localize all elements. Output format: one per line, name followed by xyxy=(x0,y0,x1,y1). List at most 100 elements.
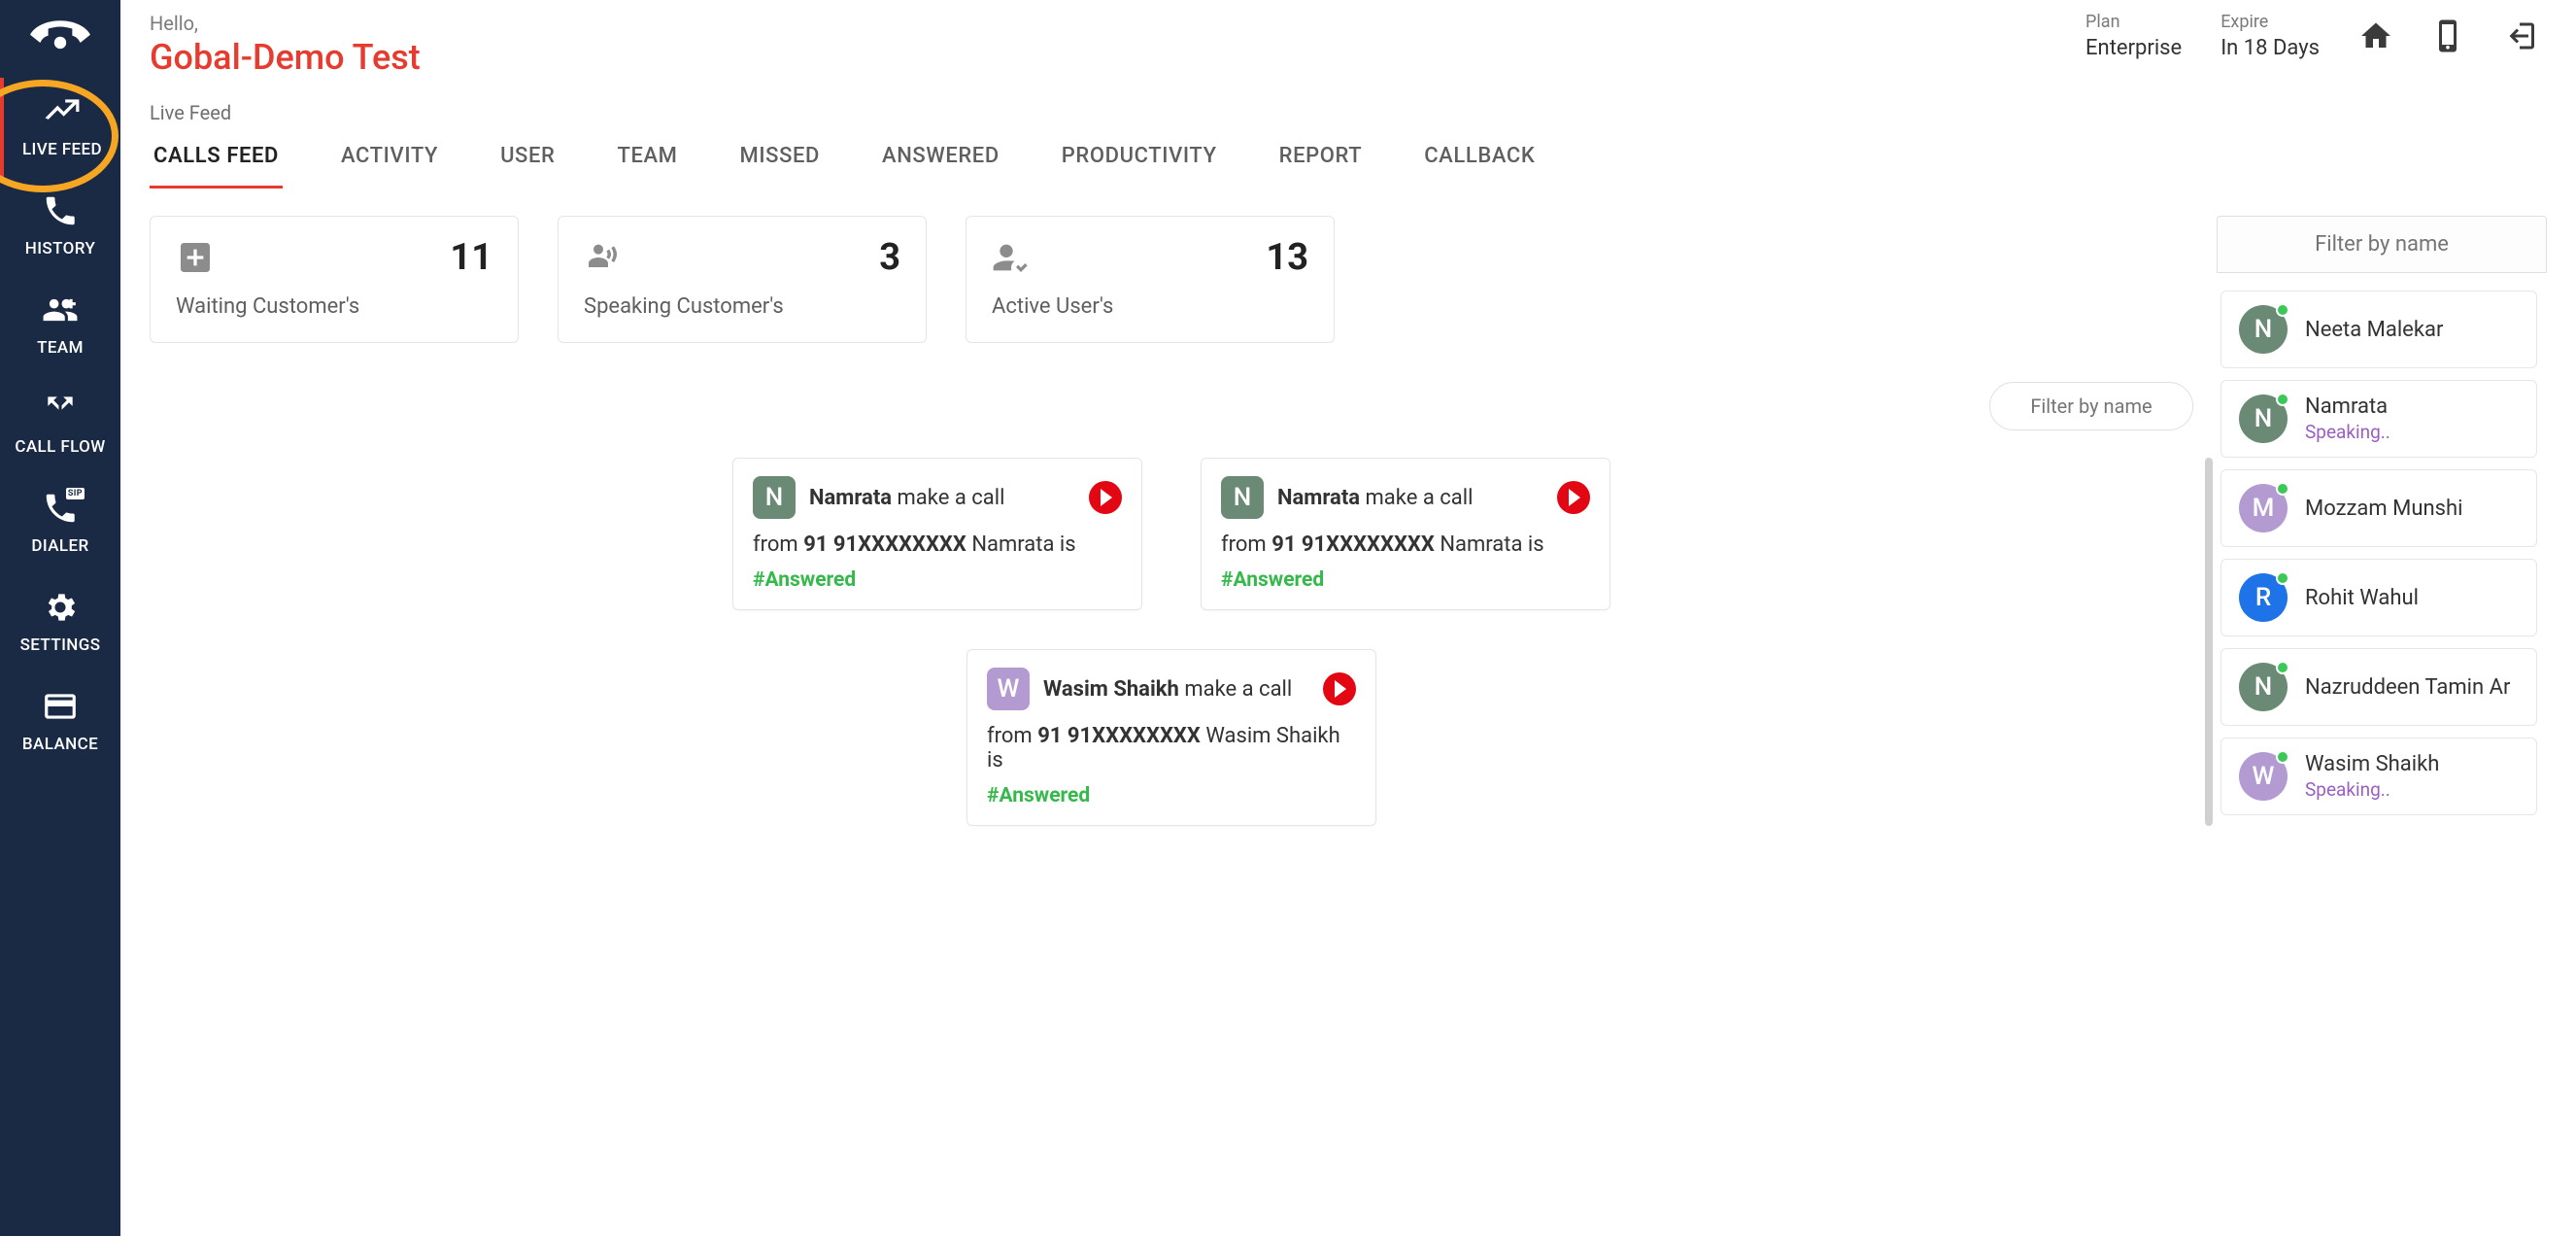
user-status: Speaking.. xyxy=(2305,421,2390,443)
app-root: LIVE FEED HISTORY TEAM CALL FLOW SIP DIA… xyxy=(0,0,2576,1236)
stat-icon xyxy=(176,238,215,277)
tab-report[interactable]: REPORT xyxy=(1275,132,1367,189)
sidebar-item-live-feed[interactable]: LIVE FEED xyxy=(0,78,120,177)
user-avatar: M xyxy=(2239,484,2288,532)
users-filter-input[interactable] xyxy=(2217,216,2547,273)
tab-team[interactable]: TEAM xyxy=(613,132,681,189)
stat-icon xyxy=(584,238,623,277)
call-from-line: from 91 91XXXXXXXX Namrata is xyxy=(1221,532,1590,557)
feed-filter-input[interactable] xyxy=(1989,382,2193,430)
user-card[interactable]: N NamrataSpeaking.. xyxy=(2220,380,2537,458)
tab-calls-feed[interactable]: CALLS FEED xyxy=(150,132,283,189)
user-name: Namrata xyxy=(2305,395,2390,419)
play-button[interactable] xyxy=(1557,481,1590,514)
team-add-icon xyxy=(42,292,79,328)
play-button[interactable] xyxy=(1323,672,1356,705)
tab-missed[interactable]: MISSED xyxy=(736,132,825,189)
user-card[interactable]: W Wasim ShaikhSpeaking.. xyxy=(2220,738,2537,815)
stat-label: Waiting Customer's xyxy=(176,294,492,319)
user-status: Speaking.. xyxy=(2305,778,2439,801)
sidebar-item-balance[interactable]: BALANCE xyxy=(0,672,120,772)
tab-productivity[interactable]: PRODUCTIVITY xyxy=(1058,132,1221,189)
sidebar-item-settings[interactable]: SETTINGS xyxy=(0,573,120,672)
sidebar-label: BALANCE xyxy=(22,735,98,754)
main-area: Hello, Gobal-Demo Test Plan Enterprise E… xyxy=(120,0,2576,1236)
sidebar-item-call-flow[interactable]: CALL FLOW xyxy=(0,375,120,474)
expire-label: Expire xyxy=(2220,12,2320,32)
presence-dot xyxy=(2276,571,2289,585)
play-button[interactable] xyxy=(1089,481,1122,514)
tab-callback[interactable]: CALLBACK xyxy=(1420,132,1539,189)
stat-card: 13 Active User's xyxy=(966,216,1335,343)
call-status: #Answered xyxy=(1221,568,1590,592)
tabs: CALLS FEED ACTIVITY USER TEAM MISSED ANSWERED… xyxy=(150,132,2547,189)
user-card[interactable]: N Neeta Malekar xyxy=(2220,291,2537,368)
tab-answered[interactable]: ANSWERED xyxy=(878,132,1003,189)
topbar-icons xyxy=(2358,18,2547,53)
phone-hangup-icon xyxy=(28,13,92,52)
feed-filter-wrap xyxy=(150,382,2193,430)
presence-dot xyxy=(2276,750,2289,764)
username: Gobal-Demo Test xyxy=(150,37,421,78)
logout-icon[interactable] xyxy=(2502,18,2537,53)
feed-area: N Namrata make a call from 91 91XXXXXXXX N… xyxy=(150,458,2193,826)
call-split-icon xyxy=(42,391,79,428)
stat-value: 11 xyxy=(450,236,492,279)
sidebar-item-history[interactable]: HISTORY xyxy=(0,177,120,276)
presence-dot xyxy=(2276,393,2289,406)
user-name: Wasim Shaikh xyxy=(2305,752,2439,776)
breadcrumb: Live Feed xyxy=(150,101,2547,124)
user-card[interactable]: RRohit Wahul xyxy=(2220,559,2537,636)
topbar-right: Plan Enterprise Expire In 18 Days xyxy=(2085,12,2547,60)
stat-card: 11 Waiting Customer's xyxy=(150,216,519,343)
expire-value: In 18 Days xyxy=(2220,36,2320,60)
sidebar-item-dialer[interactable]: SIP DIALER xyxy=(0,474,120,573)
home-icon[interactable] xyxy=(2358,18,2393,53)
stat-label: Active User's xyxy=(992,294,1308,319)
mobile-icon[interactable] xyxy=(2430,18,2465,53)
user-card[interactable]: M Mozzam Munshi xyxy=(2220,469,2537,547)
feed-row: N Namrata make a call from 91 91XXXXXXXX N… xyxy=(150,458,2193,610)
content: 11 Waiting Customer's 3Speaking Customer's… xyxy=(120,189,2576,1236)
stat-value: 13 xyxy=(1266,236,1308,279)
stat-icon xyxy=(992,238,1031,277)
user-avatar: N xyxy=(2239,305,2288,354)
call-from-line: from 91 91XXXXXXXX Wasim Shaikh is xyxy=(987,724,1356,772)
app-logo xyxy=(28,14,92,52)
feed-scrollbar[interactable] xyxy=(2205,458,2213,826)
user-avatar: R xyxy=(2239,573,2288,622)
user-name: Mozzam Munshi xyxy=(2305,497,2462,521)
caller-avatar: W xyxy=(987,668,1030,710)
expire-block: Expire In 18 Days xyxy=(2220,12,2320,60)
tab-activity[interactable]: ACTIVITY xyxy=(337,132,442,189)
presence-dot xyxy=(2276,303,2289,317)
account-meta: Plan Enterprise Expire In 18 Days xyxy=(2085,12,2320,60)
user-avatar: W xyxy=(2239,752,2288,801)
users-list: NNeeta MalekarNNamrataSpeaking..MMozzam … xyxy=(2217,279,2547,1236)
user-name: Neeta Malekar xyxy=(2305,318,2443,342)
card-icon xyxy=(42,688,79,725)
stat-value: 3 xyxy=(879,236,900,279)
call-title: Wasim Shaikh make a call xyxy=(1043,677,1292,702)
sidebar-label: TEAM xyxy=(37,338,84,358)
presence-dot xyxy=(2276,482,2289,496)
sip-phone-icon: SIP xyxy=(42,490,79,527)
sidebar-label: LIVE FEED xyxy=(22,140,102,159)
user-name: Nazruddeen Tamin Ar xyxy=(2305,675,2510,700)
call-title: Namrata make a call xyxy=(1277,486,1473,510)
call-card: NNamrata make a callfrom 91 91XXXXXXXX N… xyxy=(732,458,1142,610)
sidebar-label: HISTORY xyxy=(25,239,96,258)
call-status: #Answered xyxy=(753,568,1122,592)
stats-row: 11 Waiting Customer's 3Speaking Customer's… xyxy=(150,216,2193,343)
user-card[interactable]: NNazruddeen Tamin Ar xyxy=(2220,648,2537,726)
caller-avatar: N xyxy=(1221,476,1264,519)
sidebar-label: SETTINGS xyxy=(20,635,101,655)
plan-label: Plan xyxy=(2085,12,2182,32)
sidebar-item-team[interactable]: TEAM xyxy=(0,276,120,375)
call-from-line: from 91 91XXXXXXXX Namrata is xyxy=(753,532,1122,557)
user-avatar: N xyxy=(2239,395,2288,443)
feed-row: W Wasim Shaikh make a call from 91 91XXXXX… xyxy=(150,649,2193,826)
tab-user[interactable]: USER xyxy=(496,132,559,189)
stat-card: 3Speaking Customer's xyxy=(558,216,927,343)
presence-dot xyxy=(2276,661,2289,674)
